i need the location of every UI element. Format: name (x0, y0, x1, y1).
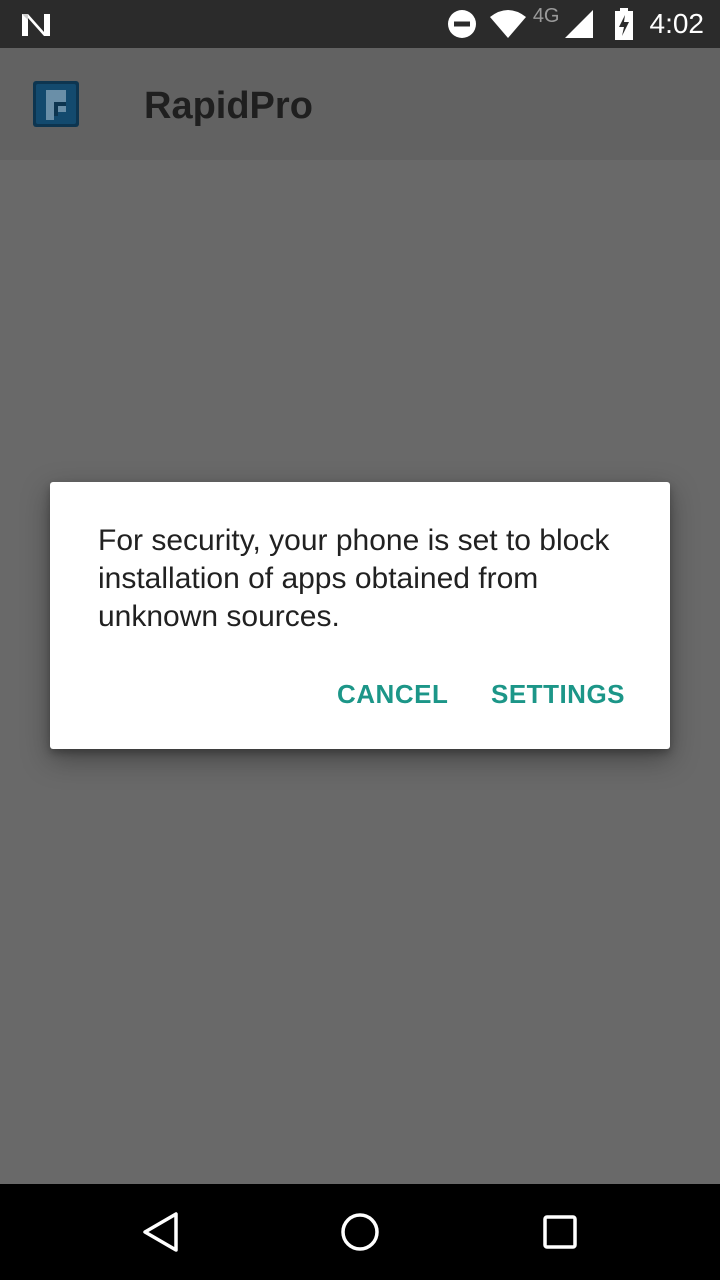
settings-button[interactable]: SETTINGS (491, 672, 625, 716)
clock: 4:02 (649, 8, 705, 39)
app-bar: RapidPro (0, 48, 720, 160)
app-title: RapidPro (144, 85, 313, 127)
screen: 4G 4:02 RapidPro For security, your phon… (0, 0, 720, 1280)
navigation-bar (0, 1184, 720, 1280)
dialog-message: For security, your phone is set to block… (98, 524, 610, 633)
n-logo-icon (22, 14, 50, 36)
cancel-button[interactable]: CANCEL (337, 672, 448, 716)
status-bar: 4G 4:02 (0, 0, 720, 48)
unknown-sources-dialog: For security, your phone is set to block… (50, 482, 670, 749)
recents-icon[interactable] (536, 1208, 584, 1256)
battery-charging-icon (614, 8, 633, 40)
status-icons: 4G 4:02 (435, 0, 704, 48)
home-icon[interactable] (336, 1208, 384, 1256)
back-icon[interactable] (136, 1208, 184, 1256)
do-not-disturb-icon (447, 10, 476, 38)
cell-signal-icon (564, 10, 593, 38)
network-type-label: 4G (532, 4, 560, 27)
wifi-icon (489, 10, 526, 38)
rapidpro-app-icon (33, 81, 79, 127)
